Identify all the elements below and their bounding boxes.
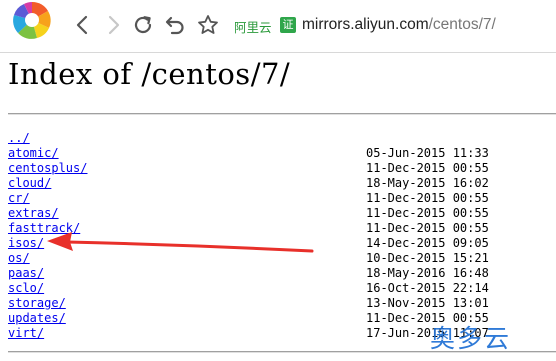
url-path: /centos/7/ (428, 16, 496, 33)
modified-date: 05-Jun-2015 11:33 (366, 146, 489, 160)
listing-row: storage/13-Nov-2015 13:01 (8, 296, 556, 311)
directory-link[interactable]: isos/ (8, 236, 44, 250)
directory-link[interactable]: paas/ (8, 266, 44, 280)
modified-date: 18-May-2015 16:02 (366, 176, 489, 190)
listing-row: cloud/18-May-2015 16:02 (8, 176, 556, 191)
modified-date: 11-Dec-2015 00:55 (366, 206, 489, 220)
page-title: Index of /centos/7/ (8, 57, 291, 91)
listing-row: sclo/16-Oct-2015 22:14 (8, 281, 556, 296)
site-identity-badge[interactable]: 阿里云 (234, 17, 272, 36)
directory-link[interactable]: storage/ (8, 296, 66, 310)
modified-date: 16-Oct-2015 22:14 (366, 281, 489, 295)
modified-date: 11-Dec-2015 00:55 (366, 191, 489, 205)
listing-row: paas/18-May-2016 16:48 (8, 266, 556, 281)
url-text[interactable]: mirrors.aliyun.com/centos/7/ (302, 16, 496, 34)
directory-link[interactable]: cloud/ (8, 176, 51, 190)
directory-link[interactable]: updates/ (8, 311, 66, 325)
back-icon[interactable] (71, 13, 95, 37)
directory-link[interactable]: centosplus/ (8, 161, 87, 175)
listing-row: atomic/05-Jun-2015 11:33 (8, 146, 556, 161)
browser-logo-icon[interactable] (4, 0, 60, 48)
listing-row: os/10-Dec-2015 15:21 (8, 251, 556, 266)
listing-row: cr/11-Dec-2015 00:55 (8, 191, 556, 206)
directory-link[interactable]: os/ (8, 251, 30, 265)
directory-link[interactable]: virt/ (8, 326, 44, 340)
listing-row: isos/14-Dec-2015 09:05 (8, 236, 556, 251)
modified-date: 18-May-2016 16:48 (366, 266, 489, 280)
divider-top (8, 113, 556, 115)
undo-icon[interactable] (163, 13, 187, 37)
bookmark-star-icon[interactable] (196, 13, 220, 37)
directory-link[interactable]: fasttrack/ (8, 221, 80, 235)
browser-toolbar: 阿里云 证 mirrors.aliyun.com/centos/7/ (0, 0, 556, 53)
modified-date: 11-Dec-2015 00:55 (366, 221, 489, 235)
directory-link[interactable]: ../ (8, 131, 30, 145)
directory-link[interactable]: cr/ (8, 191, 30, 205)
listing-row: centosplus/11-Dec-2015 00:55 (8, 161, 556, 176)
directory-link[interactable]: atomic/ (8, 146, 59, 160)
directory-link[interactable]: sclo/ (8, 281, 44, 295)
modified-date: 10-Dec-2015 15:21 (366, 251, 489, 265)
reload-icon[interactable] (131, 13, 155, 37)
directory-listing: ../atomic/05-Jun-2015 11:33 centosplus/11… (8, 131, 556, 341)
listing-row: fasttrack/11-Dec-2015 00:55 (8, 221, 556, 236)
watermark-text: 奥多云 (430, 324, 512, 353)
modified-date: 14-Dec-2015 09:05 (366, 236, 489, 250)
address-bar[interactable]: 阿里云 证 mirrors.aliyun.com/centos/7/ (228, 12, 556, 40)
listing-row: ../ (8, 131, 556, 146)
page-content: Index of /centos/7/ ../atomic/05-Jun-201… (0, 52, 556, 361)
url-host: mirrors.aliyun.com (302, 16, 429, 33)
modified-date: 11-Dec-2015 00:55 (366, 161, 489, 175)
listing-row: extras/11-Dec-2015 00:55 (8, 206, 556, 221)
certificate-badge-icon[interactable]: 证 (280, 17, 296, 33)
forward-icon[interactable] (101, 13, 125, 37)
directory-link[interactable]: extras/ (8, 206, 59, 220)
modified-date: 13-Nov-2015 13:01 (366, 296, 489, 310)
